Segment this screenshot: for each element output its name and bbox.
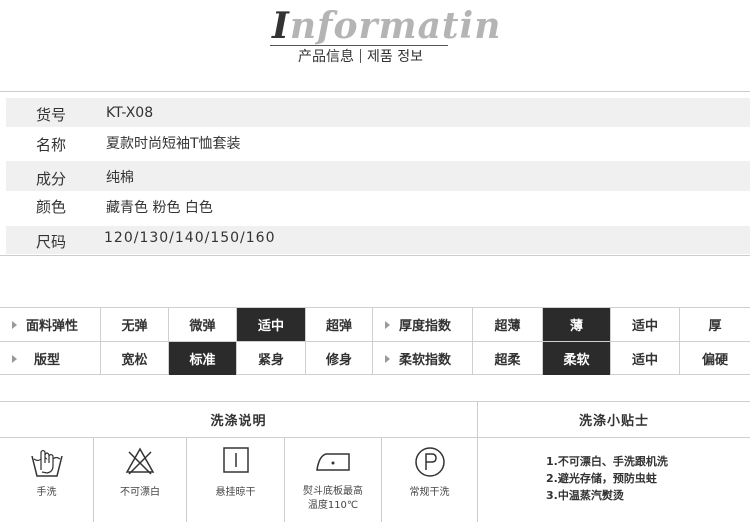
wash-tips-title: 洗涤小贴士 [578, 413, 649, 429]
hand-wash-icon [30, 449, 63, 477]
logo: Informatin [272, 5, 500, 47]
info-label: 货号 [36, 106, 67, 124]
info-value: 藏青色 粉色 白色 [106, 200, 213, 216]
logo-text: Informatin [272, 5, 501, 47]
subtitle-cn: 产品信息 [298, 49, 354, 65]
option-cell: 紧身 [257, 353, 284, 368]
tip-item: 3.中温蒸汽熨烫 [546, 489, 624, 502]
option-cell: 超薄 [494, 319, 521, 334]
wash-item-iron: 熨斗底板最高 温度110℃ [285, 438, 381, 522]
triangle-icon [12, 320, 17, 329]
info-row-sku: 货号 KT-X08 [6, 98, 750, 127]
wash-title: 洗涤说明 [210, 413, 267, 429]
option-cell: 超柔 [494, 353, 521, 368]
attribute-grid: 面料弹性 无弹 微弹 适中 超弹 厚度指数 超薄 薄 适中 厚 版型 宽松 标准… [0, 307, 750, 375]
info-label: 尺码 [36, 233, 67, 251]
info-value: KT-X08 [106, 105, 154, 121]
attr-title-thickness: 厚度指数 [373, 308, 472, 341]
subtitle-kr: 제품 정보 [367, 49, 423, 65]
option-cell-selected: 适中 [237, 308, 305, 341]
attr-title-elasticity: 面料弹性 [0, 308, 100, 341]
no-bleach-icon [125, 447, 155, 475]
attr-title-label: 柔软指数 [399, 353, 452, 368]
tip-item: 1.不可漂白、手洗跟机洗 [546, 455, 668, 468]
info-row-material: 成分 纯棉 [6, 161, 750, 191]
info-row-name: 名称 夏款时尚短袖T恤套装 [6, 127, 750, 157]
option-cell: 适中 [631, 353, 658, 368]
info-row-color: 颜色 藏青色 粉色 白色 [6, 191, 750, 221]
wash-item-no-bleach: 不可漂白 [94, 438, 186, 522]
info-value: 夏款时尚短袖T恤套装 [106, 136, 241, 152]
tip-item: 2.避光存储，预防虫蛀 [546, 472, 657, 485]
option-cell: 超弹 [325, 319, 352, 334]
wash-item-dry-clean: 常规干洗 [382, 438, 477, 522]
info-divider [0, 255, 750, 256]
option-cell: 适中 [631, 319, 658, 334]
subtitle-divider [360, 49, 361, 63]
option-cell-selected: 柔软 [543, 342, 610, 375]
info-row-size: 尺码 120/130/140/150/160 [6, 226, 750, 254]
dry-clean-icon [414, 447, 445, 477]
attr-title-label: 版型 [34, 353, 61, 368]
wash-label: 不可漂白 [120, 487, 160, 498]
attr-title-softness: 柔软指数 [373, 342, 472, 375]
triangle-icon [12, 354, 17, 363]
header-subtitle: 产品信息 제품 정보 [298, 46, 423, 66]
iron-icon [316, 453, 350, 471]
logo-rest: nformatin [289, 5, 502, 47]
attr-title-label: 厚度指数 [399, 319, 452, 334]
wash-section: 洗涤说明 洗涤小贴士 手洗 不可漂白 悬挂晾干 熨斗底板最高 温度110℃ 常规… [0, 401, 750, 522]
info-label: 成分 [36, 170, 67, 188]
option-cell: 无弹 [121, 319, 148, 334]
option-cell: 宽松 [121, 353, 148, 368]
option-cell: 厚 [708, 319, 722, 334]
attr-title-label: 面料弹性 [26, 319, 79, 334]
hang-dry-icon [222, 447, 249, 473]
option-cell: 修身 [325, 353, 352, 368]
wash-item-hand-wash: 手洗 [0, 438, 93, 522]
option-cell: 微弹 [189, 319, 216, 334]
product-info: 货号 KT-X08 名称 夏款时尚短袖T恤套装 成分 纯棉 颜色 藏青色 粉色 … [0, 92, 750, 260]
info-label: 名称 [36, 136, 67, 154]
info-label: 颜色 [36, 198, 67, 216]
wash-label: 常规干洗 [409, 487, 450, 498]
logo-initial: I [272, 5, 290, 47]
wash-item-hang-dry: 悬挂晾干 [187, 438, 284, 522]
triangle-icon [385, 354, 390, 363]
wash-label: 手洗 [36, 487, 57, 498]
attr-title-fit: 版型 [0, 342, 100, 375]
page-header: Informatin 产品信息 제품 정보 [0, 0, 750, 92]
wash-label-line2: 温度110℃ [307, 500, 359, 511]
wash-tips: 1.不可漂白、手洗跟机洗 2.避光存储，预防虫蛀 3.中温蒸汽熨烫 [546, 453, 668, 504]
wash-label: 悬挂晾干 [215, 487, 256, 498]
option-cell: 偏硬 [701, 353, 728, 368]
info-value: 120/130/140/150/160 [104, 230, 276, 246]
wash-label: 熨斗底板最高 [303, 486, 363, 497]
triangle-icon [385, 320, 390, 329]
option-cell-selected: 薄 [543, 308, 610, 341]
info-value: 纯棉 [106, 170, 134, 186]
option-cell-selected: 标准 [169, 342, 236, 375]
